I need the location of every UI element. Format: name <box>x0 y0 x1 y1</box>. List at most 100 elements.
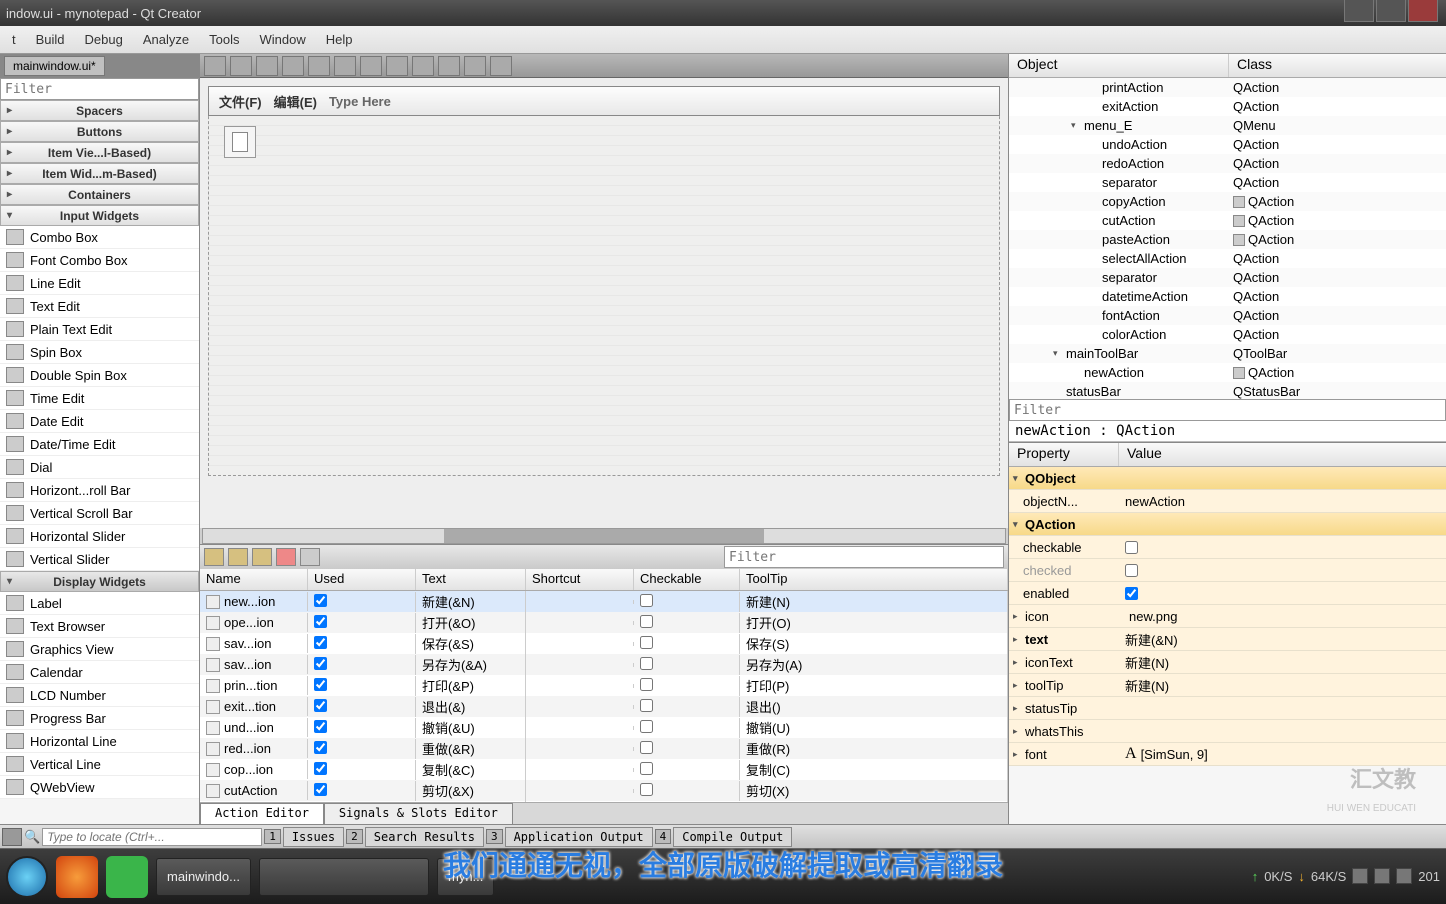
used-checkbox[interactable] <box>314 699 327 712</box>
object-row[interactable]: colorActionQAction <box>1009 325 1446 344</box>
col-tooltip[interactable]: ToolTip <box>740 569 1008 590</box>
col-text[interactable]: Text <box>416 569 526 590</box>
open-action-icon[interactable] <box>228 548 248 566</box>
menu-item-build[interactable]: Build <box>36 32 65 47</box>
tab-compile-output[interactable]: Compile Output <box>673 827 792 847</box>
cat-buttons[interactable]: Buttons <box>0 121 199 142</box>
widget-item[interactable]: Vertical Scroll Bar <box>0 502 199 525</box>
start-button[interactable] <box>6 856 48 898</box>
object-row[interactable]: exitActionQAction <box>1009 97 1446 116</box>
tab-signals-slots[interactable]: Signals & Slots Editor <box>324 803 513 824</box>
col-checkable[interactable]: Checkable <box>634 569 740 590</box>
prop-row[interactable]: ▸toolTip新建(N) <box>1009 674 1446 697</box>
checkable-checkbox[interactable] <box>640 699 653 712</box>
widget-item[interactable]: Plain Text Edit <box>0 318 199 341</box>
action-row[interactable]: prin...tion打印(&P)打印(P) <box>200 675 1008 696</box>
edit-widgets-icon[interactable] <box>204 56 226 76</box>
prop-row[interactable]: ▸text新建(&N) <box>1009 628 1446 651</box>
canvas-hscrollbar[interactable] <box>202 528 1006 544</box>
widget-item[interactable]: Horizont...roll Bar <box>0 479 199 502</box>
object-row[interactable]: undoActionQAction <box>1009 135 1446 154</box>
object-row[interactable]: separatorQAction <box>1009 173 1446 192</box>
form-toolbar[interactable] <box>224 126 256 158</box>
cat-input-widgets[interactable]: Input Widgets <box>0 205 199 226</box>
widget-item[interactable]: Dial <box>0 456 199 479</box>
used-checkbox[interactable] <box>314 594 327 607</box>
menu-item-window[interactable]: Window <box>259 32 305 47</box>
cat-spacers[interactable]: Spacers <box>0 100 199 121</box>
cat-containers[interactable]: Containers <box>0 184 199 205</box>
widget-item[interactable]: Horizontal Slider <box>0 525 199 548</box>
action-row[interactable]: ope...ion打开(&O)打开(O) <box>200 612 1008 633</box>
object-row[interactable]: separatorQAction <box>1009 268 1446 287</box>
action-row[interactable]: sav...ion保存(&S)保存(S) <box>200 633 1008 654</box>
action-filter-input[interactable] <box>724 546 1004 568</box>
widget-item[interactable]: Horizontal Line <box>0 730 199 753</box>
object-row[interactable]: redoActionQAction <box>1009 154 1446 173</box>
prop-group-qobject[interactable]: ▾QObject <box>1009 467 1446 490</box>
object-row[interactable]: cutActionQAction <box>1009 211 1446 230</box>
toggle-sidebar-icon[interactable] <box>2 828 22 846</box>
action-row[interactable]: cop...ion复制(&C)复制(C) <box>200 759 1008 780</box>
new-file-icon[interactable] <box>232 132 248 152</box>
object-row[interactable]: ▾menu_EQMenu <box>1009 116 1446 135</box>
maximize-button[interactable] <box>1376 0 1406 22</box>
used-checkbox[interactable] <box>314 615 327 628</box>
layout-form-icon[interactable] <box>438 56 460 76</box>
widget-item[interactable]: Combo Box <box>0 226 199 249</box>
col-class[interactable]: Class <box>1229 54 1446 77</box>
widget-item[interactable]: Spin Box <box>0 341 199 364</box>
used-checkbox[interactable] <box>314 657 327 670</box>
prop-checkbox[interactable] <box>1125 587 1138 600</box>
prop-row[interactable]: ▸icon new.png <box>1009 605 1446 628</box>
prop-row[interactable]: ▸statusTip <box>1009 697 1446 720</box>
menu-item-help[interactable]: Help <box>326 32 353 47</box>
widget-item[interactable]: LCD Number <box>0 684 199 707</box>
widget-item[interactable]: Graphics View <box>0 638 199 661</box>
prop-group-qaction[interactable]: ▾QAction <box>1009 513 1446 536</box>
menu-item-analyze[interactable]: Analyze <box>143 32 189 47</box>
tab-issues[interactable]: Issues <box>283 827 344 847</box>
prop-row[interactable]: checked <box>1009 559 1446 582</box>
action-row[interactable]: red...ion重做(&R)重做(R) <box>200 738 1008 759</box>
taskbar-app-mainwindow[interactable]: mainwindo... <box>156 858 251 896</box>
used-checkbox[interactable] <box>314 783 327 796</box>
prop-row[interactable]: objectN...newAction <box>1009 490 1446 513</box>
col-shortcut[interactable]: Shortcut <box>526 569 634 590</box>
qt-creator-icon[interactable] <box>106 856 148 898</box>
object-row[interactable]: pasteActionQAction <box>1009 230 1446 249</box>
widget-item[interactable]: Calendar <box>0 661 199 684</box>
tray-time[interactable]: 201 <box>1418 869 1440 884</box>
doc-tab[interactable]: mainwindow.ui* <box>4 56 105 76</box>
col-value[interactable]: Value <box>1119 443 1446 466</box>
tab-search-results[interactable]: Search Results <box>365 827 484 847</box>
layout-vert-split-icon[interactable] <box>386 56 408 76</box>
layout-horiz-split-icon[interactable] <box>360 56 382 76</box>
checkable-checkbox[interactable] <box>640 783 653 796</box>
widget-item[interactable]: Line Edit <box>0 272 199 295</box>
object-row[interactable]: statusBarQStatusBar <box>1009 382 1446 399</box>
checkable-checkbox[interactable] <box>640 720 653 733</box>
new-action-icon[interactable] <box>204 548 224 566</box>
used-checkbox[interactable] <box>314 741 327 754</box>
widget-item[interactable]: QWebView <box>0 776 199 799</box>
object-row[interactable]: selectAllActionQAction <box>1009 249 1446 268</box>
object-row[interactable]: newActionQAction <box>1009 363 1446 382</box>
menu-item[interactable]: t <box>12 32 16 47</box>
widget-item[interactable]: Text Browser <box>0 615 199 638</box>
menu-item-tools[interactable]: Tools <box>209 32 239 47</box>
action-row[interactable]: und...ion撤销(&U)撤销(U) <box>200 717 1008 738</box>
checkable-checkbox[interactable] <box>640 636 653 649</box>
used-checkbox[interactable] <box>314 762 327 775</box>
layout-horiz-icon[interactable] <box>308 56 330 76</box>
widget-item[interactable]: Text Edit <box>0 295 199 318</box>
action-row[interactable]: exit...tion退出(&)退出() <box>200 696 1008 717</box>
cat-display-widgets[interactable]: Display Widgets <box>0 571 199 592</box>
close-button[interactable] <box>1408 0 1438 22</box>
form-menu-type-here[interactable]: Type Here <box>329 94 391 109</box>
col-object[interactable]: Object <box>1009 54 1229 77</box>
tray-icon[interactable] <box>1352 868 1368 884</box>
object-row[interactable]: ▾mainToolBarQToolBar <box>1009 344 1446 363</box>
prop-checkbox[interactable] <box>1125 541 1138 554</box>
used-checkbox[interactable] <box>314 720 327 733</box>
